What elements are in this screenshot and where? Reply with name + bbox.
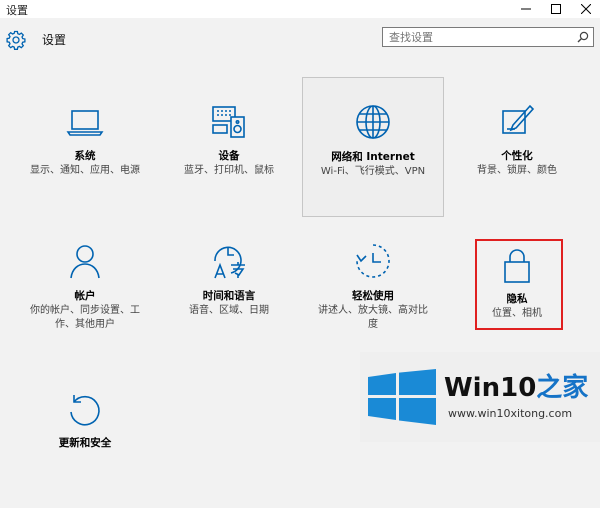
watermark-brand: Win10之家: [444, 373, 589, 403]
globe-icon: [356, 105, 390, 139]
tile-ease-of-access[interactable]: 轻松使用 讲述人、放大镜、高对比度: [302, 217, 444, 357]
close-icon: [581, 4, 591, 14]
windows-logo-icon: [368, 369, 436, 425]
tile-personalization[interactable]: 个性化 背景、锁屏、颜色: [446, 77, 588, 217]
tile-system[interactable]: 系统 显示、通知、应用、电源: [14, 77, 156, 217]
laptop-icon: [66, 110, 104, 136]
search-box[interactable]: [382, 27, 594, 47]
ease-of-access-icon: [356, 244, 390, 278]
personalization-icon: [502, 104, 535, 134]
tile-description: 背景、锁屏、颜色: [477, 165, 557, 176]
title-bar: 设置: [0, 0, 600, 18]
maximize-icon: [551, 4, 561, 14]
tile-description: 讲述人、放大镜、高对比度: [318, 305, 428, 330]
tile-label: 网络和 Internet: [331, 151, 415, 163]
gear-icon: [6, 30, 26, 50]
tile-description: Wi-Fi、飞行模式、VPN: [320, 166, 426, 177]
watermark-url: www.win10xitong.com: [448, 407, 573, 420]
close-button[interactable]: [568, 0, 600, 18]
tile-description: 语音、区域、日期: [189, 305, 269, 316]
tile-devices[interactable]: 设备 蓝牙、打印机、鼠标: [158, 77, 300, 217]
update-icon: [70, 395, 100, 426]
tile-network[interactable]: 网络和 Internet Wi-Fi、飞行模式、VPN: [302, 77, 444, 217]
tile-label: 设备: [218, 150, 240, 162]
tile-description: 显示、通知、应用、电源: [30, 165, 140, 176]
search-input[interactable]: [389, 28, 565, 46]
window-title: 设置: [6, 4, 28, 17]
person-icon: [70, 245, 100, 279]
tile-label: 时间和语言: [202, 290, 256, 302]
minimize-icon: [521, 8, 531, 10]
time-language-icon: [214, 246, 245, 279]
tile-label: 帐户: [74, 290, 96, 302]
tile-label: 个性化: [501, 150, 533, 162]
tile-description: 蓝牙、打印机、鼠标: [184, 165, 274, 176]
tile-accounts[interactable]: 帐户 你的帐户、同步设置、工作、其他用户: [14, 217, 156, 357]
page-title: 设置: [42, 33, 67, 47]
tile-label: 更新和安全: [58, 437, 112, 449]
tile-label: 隐私: [506, 293, 528, 305]
watermark: Win10之家 www.win10xitong.com: [360, 352, 600, 442]
tile-label: 系统: [74, 150, 96, 162]
settings-header: 设置: [0, 18, 600, 64]
tile-update-security[interactable]: 更新和安全: [14, 368, 156, 508]
lock-icon: [504, 249, 530, 283]
tile-description: 位置、相机: [492, 308, 542, 319]
tile-time-language[interactable]: 时间和语言 语音、区域、日期: [158, 217, 300, 357]
search-icon[interactable]: [577, 31, 589, 43]
devices-icon: [212, 106, 245, 138]
tile-description: 你的帐户、同步设置、工作、其他用户: [30, 305, 140, 330]
tile-label: 轻松使用: [352, 290, 394, 302]
